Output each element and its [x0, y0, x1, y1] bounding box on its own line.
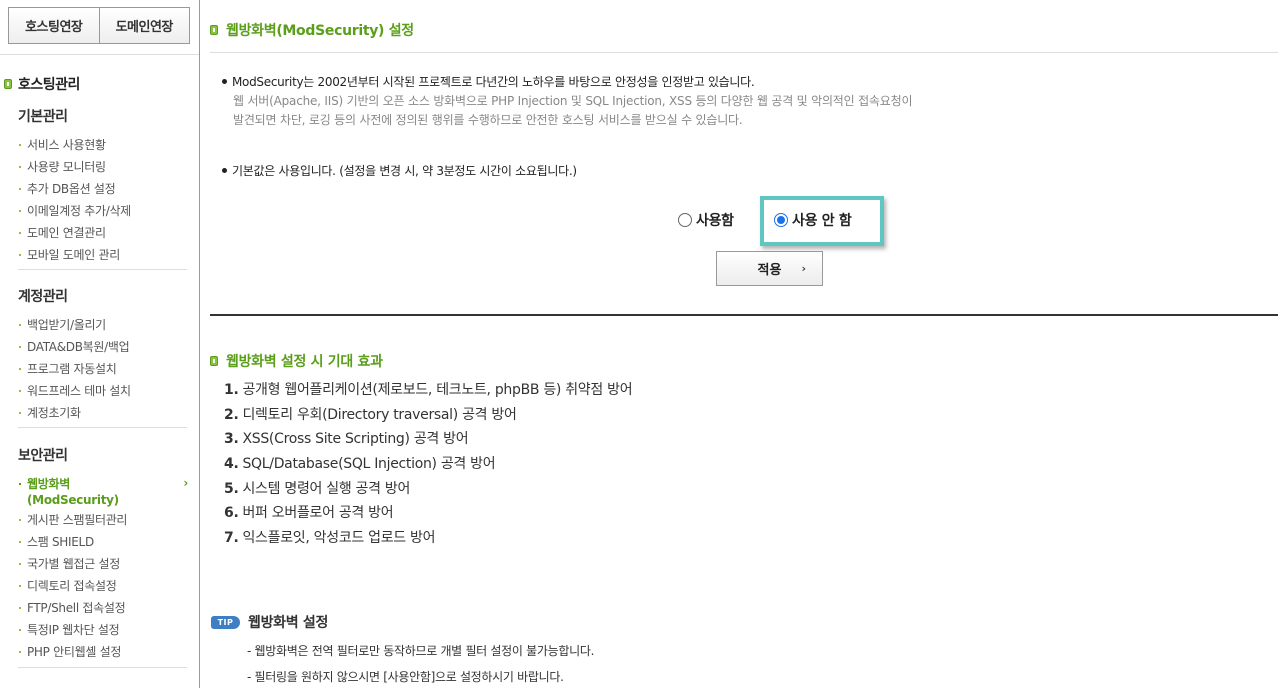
list-item: 2. 디렉토리 우회(Directory traversal) 공격 방어 [224, 406, 517, 423]
sidebar-section-title: 기본관리 [18, 109, 68, 125]
sidebar-section-basic: 기본관리 서비스 사용현황 사용량 모니터링 추가 DB옵션 설정 이메일계정 … [18, 106, 188, 266]
radio-use-on[interactable]: 사용함 [678, 210, 734, 230]
section-divider [210, 52, 1278, 53]
list-item: 6. 버퍼 오버플로어 공격 방어 [224, 505, 394, 522]
green-bullet-icon [210, 25, 218, 35]
radio-button-icon[interactable] [678, 213, 692, 227]
section-title-text: 웹방화벽 설정 시 기대 효과 [226, 354, 383, 370]
apply-button[interactable]: 적용 › [716, 251, 823, 286]
sidebar-item-db-option[interactable]: 추가 DB옵션 설정 [18, 178, 188, 200]
sidebar-item-ftp-shell-access[interactable]: FTP/Shell 접속설정 [18, 597, 188, 619]
sidebar-item-country-access[interactable]: 국가별 웹접근 설정 [18, 553, 188, 575]
tip-line: - 필터링을 원하지 않으시면 [사용안함]으로 설정하시기 바랍니다. [247, 670, 564, 684]
chevron-right-icon: › [801, 262, 806, 275]
sidebar-item-account-reset[interactable]: 계정초기화 [18, 402, 188, 424]
sidebar-separator [18, 667, 187, 668]
sidebar-item-spam-shield[interactable]: 스팸 SHIELD [18, 531, 188, 553]
sidebar-section-security: 보안관리 웹방화벽 (ModSecurity) › 게시판 스팸필터관리 스팸 … [18, 445, 188, 663]
sidebar-item-wordpress-theme[interactable]: 워드프레스 테마 설치 [18, 380, 188, 402]
sidebar-item-ip-block[interactable]: 특정IP 웹차단 설정 [18, 619, 188, 641]
radio-use-off[interactable]: 사용 안 함 [774, 210, 852, 230]
sidebar-item-php-antiwebshell[interactable]: PHP 안티웹셸 설정 [18, 641, 188, 663]
section-title-text: 웹방화벽(ModSecurity) 설정 [226, 23, 414, 39]
sidebar-item-email-account[interactable]: 이메일계정 추가/삭제 [18, 200, 188, 222]
section-title-modsecurity: 웹방화벽(ModSecurity) 설정 [210, 20, 414, 40]
sidebar-item-label: 웹방화벽 (ModSecurity) [27, 477, 119, 507]
tip-icon: TIP [211, 615, 240, 629]
main-content: 웹방화벽(ModSecurity) 설정 ModSecurity는 2002년부… [200, 0, 1278, 688]
sidebar-item-directory-access[interactable]: 디렉토리 접속설정 [18, 575, 188, 597]
radio-use-on-label: 사용함 [696, 213, 734, 229]
sidebar-separator [18, 269, 187, 270]
tip-header: TIP 웹방화벽 설정 [211, 612, 328, 632]
list-item: 7. 익스플로잇, 악성코드 업로드 방어 [224, 530, 436, 547]
sidebar: 호스팅연장 도메인연장 호스팅관리 기본관리 서비스 사용현황 사용량 모니터링… [0, 0, 200, 688]
sidebar-section-title: 계정관리 [18, 289, 68, 305]
sidebar-item-spam-filter[interactable]: 게시판 스팸필터관리 [18, 509, 188, 531]
sidebar-item-modsecurity[interactable]: 웹방화벽 (ModSecurity) › [18, 473, 188, 509]
sidebar-item-domain-connect[interactable]: 도메인 연결관리 [18, 222, 188, 244]
sidebar-main-title: 호스팅관리 [4, 74, 80, 94]
apply-button-label: 적용 [757, 263, 782, 278]
list-item: 4. SQL/Database(SQL Injection) 공격 방어 [224, 456, 496, 473]
list-item: 5. 시스템 명령어 실행 공격 방어 [224, 480, 411, 497]
radio-use-off-label: 사용 안 함 [792, 213, 852, 229]
sidebar-section-title: 보안관리 [18, 448, 68, 464]
sidebar-item-usage-monitoring[interactable]: 사용량 모니터링 [18, 156, 188, 178]
tip-line: - 웹방화벽은 전역 필터로만 동작하므로 개별 필터 설정이 불가능합니다. [247, 644, 595, 658]
sidebar-item-mobile-domain[interactable]: 모바일 도메인 관리 [18, 244, 188, 266]
list-item: 3. XSS(Cross Site Scripting) 공격 방어 [224, 431, 469, 448]
section-title-effects: 웹방화벽 설정 시 기대 효과 [210, 351, 383, 371]
green-bullet-icon [4, 79, 12, 89]
sidebar-divider [0, 54, 199, 55]
section-divider-dark [210, 314, 1278, 316]
domain-renew-button[interactable]: 도메인연장 [98, 8, 190, 43]
intro-bullet: ModSecurity는 2002년부터 시작된 프로젝트로 다년간의 노하우를… [222, 73, 755, 90]
default-bullet: 기본값은 사용입니다. (설정을 변경 시, 약 3분정도 시간이 소요됩니다.… [222, 162, 577, 179]
sidebar-main-title-text: 호스팅관리 [18, 77, 80, 93]
hosting-renew-button[interactable]: 호스팅연장 [9, 8, 99, 43]
tip-title: 웹방화벽 설정 [248, 615, 329, 631]
chevron-right-icon: › [183, 476, 188, 490]
green-bullet-icon [210, 356, 218, 366]
sidebar-item-service-status[interactable]: 서비스 사용현황 [18, 134, 188, 156]
effects-list: 1. 공개형 웹어플리케이션(제로보드, 테크노트, phpBB 등) 취약점 방… [224, 378, 633, 551]
radio-button-checked-icon[interactable] [774, 213, 788, 227]
intro-description: 웹 서버(Apache, IIS) 기반의 오픈 소스 방화벽으로 PHP In… [233, 94, 913, 127]
bullet-dot-icon [222, 79, 227, 84]
list-item: 1. 공개형 웹어플리케이션(제로보드, 테크노트, phpBB 등) 취약점 방… [224, 382, 633, 398]
sidebar-item-auto-install[interactable]: 프로그램 자동설치 [18, 358, 188, 380]
default-bullet-text: 기본값은 사용입니다. (설정을 변경 시, 약 3분정도 시간이 소요됩니다.… [232, 164, 577, 178]
sidebar-item-data-db-restore[interactable]: DATA&DB복원/백업 [18, 336, 188, 358]
bullet-dot-icon [222, 168, 227, 173]
top-button-group: 호스팅연장 도메인연장 [8, 7, 190, 44]
intro-bullet-text: ModSecurity는 2002년부터 시작된 프로젝트로 다년간의 노하우를… [232, 75, 755, 89]
sidebar-separator [18, 427, 187, 428]
sidebar-section-account: 계정관리 백업받기/올리기 DATA&DB복원/백업 프로그램 자동설치 워드프… [18, 286, 188, 424]
sidebar-item-backup[interactable]: 백업받기/올리기 [18, 314, 188, 336]
